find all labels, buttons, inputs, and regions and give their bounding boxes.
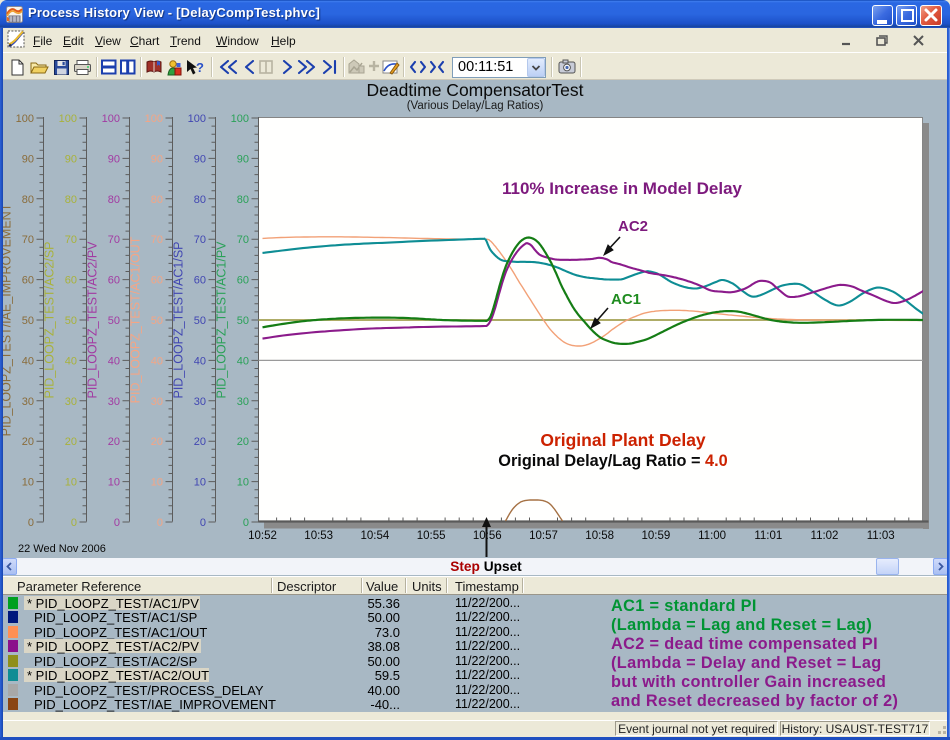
svg-text:20: 20 (194, 436, 206, 448)
svg-text:10: 10 (151, 477, 163, 489)
svg-text:100: 100 (231, 113, 249, 125)
svg-text:10:58: 10:58 (585, 530, 614, 542)
svg-text:50: 50 (194, 315, 206, 327)
svg-text:10:53: 10:53 (304, 530, 333, 542)
svg-text:50: 50 (108, 315, 120, 327)
svg-text:PID_LOOPZ_TEST/AC1/SP: PID_LOOPZ_TEST/AC1/SP (172, 242, 186, 399)
svg-text:30: 30 (194, 396, 206, 408)
svg-text:70: 70 (151, 234, 163, 246)
svg-text:30: 30 (22, 396, 34, 408)
svg-text:11:02: 11:02 (811, 530, 839, 542)
svg-text:10:59: 10:59 (642, 530, 671, 542)
svg-text:80: 80 (194, 194, 206, 206)
svg-text:22 Wed Nov 2006: 22 Wed Nov 2006 (18, 543, 106, 555)
svg-text:60: 60 (108, 275, 120, 287)
svg-text:10: 10 (108, 477, 120, 489)
svg-text:40: 40 (151, 355, 163, 367)
svg-text:80: 80 (237, 194, 249, 206)
svg-text:11:00: 11:00 (698, 530, 726, 542)
svg-text:70: 70 (108, 234, 120, 246)
svg-text:10:55: 10:55 (417, 530, 446, 542)
svg-text:70: 70 (237, 234, 249, 246)
svg-text:90: 90 (151, 153, 163, 165)
svg-text:80: 80 (151, 194, 163, 206)
svg-text:90: 90 (108, 153, 120, 165)
svg-text:90: 90 (65, 153, 77, 165)
svg-text:50: 50 (237, 315, 249, 327)
svg-text:Original Delay/Lag Ratio = 4.0: Original Delay/Lag Ratio = 4.0 (498, 452, 727, 470)
svg-text:50: 50 (22, 315, 34, 327)
svg-text:20: 20 (237, 436, 249, 448)
svg-text:10:57: 10:57 (529, 530, 558, 542)
svg-text:20: 20 (151, 436, 163, 448)
svg-text:11:03: 11:03 (867, 530, 895, 542)
svg-text:90: 90 (194, 153, 206, 165)
svg-text:30: 30 (151, 396, 163, 408)
svg-text:0: 0 (157, 517, 163, 529)
svg-text:60: 60 (194, 275, 206, 287)
svg-text:20: 20 (108, 436, 120, 448)
svg-text:PID_LOOPZ_TEST/AC2/PV: PID_LOOPZ_TEST/AC2/PV (86, 241, 100, 399)
svg-text:70: 70 (22, 234, 34, 246)
svg-text:40: 40 (108, 355, 120, 367)
svg-text:10:54: 10:54 (361, 530, 390, 542)
svg-text:PID_LOOPZ_TEST/AC1/OUT: PID_LOOPZ_TEST/AC1/OUT (129, 236, 143, 403)
svg-text:60: 60 (237, 275, 249, 287)
svg-text:40: 40 (194, 355, 206, 367)
svg-text:40: 40 (237, 355, 249, 367)
svg-text:PID_LOOPZ_TEST/AC2/SP: PID_LOOPZ_TEST/AC2/SP (43, 242, 57, 399)
svg-text:60: 60 (151, 275, 163, 287)
svg-text:90: 90 (237, 153, 249, 165)
svg-text:100: 100 (145, 113, 163, 125)
svg-text:20: 20 (22, 436, 34, 448)
svg-text:0: 0 (114, 517, 120, 529)
svg-text:0: 0 (200, 517, 206, 529)
svg-text:60: 60 (65, 275, 77, 287)
svg-text:10: 10 (65, 477, 77, 489)
svg-text:60: 60 (22, 275, 34, 287)
svg-text:0: 0 (71, 517, 77, 529)
svg-text:10: 10 (194, 477, 206, 489)
svg-text:80: 80 (65, 194, 77, 206)
svg-text:10: 10 (237, 477, 249, 489)
svg-text:40: 40 (22, 355, 34, 367)
svg-text:100: 100 (16, 113, 34, 125)
svg-text:Original Plant Delay: Original Plant Delay (540, 430, 706, 450)
svg-text:50: 50 (65, 315, 77, 327)
svg-text:11:01: 11:01 (754, 530, 782, 542)
svg-text:90: 90 (22, 153, 34, 165)
svg-text:80: 80 (108, 194, 120, 206)
svg-text:20: 20 (65, 436, 77, 448)
svg-text:100: 100 (188, 113, 206, 125)
svg-text:70: 70 (194, 234, 206, 246)
svg-text:110% Increase in Model Delay: 110% Increase in Model Delay (502, 179, 743, 198)
svg-text:80: 80 (22, 194, 34, 206)
svg-text:AC2: AC2 (618, 218, 648, 235)
svg-text:10:52: 10:52 (248, 530, 277, 542)
svg-text:AC1: AC1 (611, 291, 641, 308)
svg-text:100: 100 (59, 113, 77, 125)
svg-text:100: 100 (102, 113, 120, 125)
svg-text:30: 30 (108, 396, 120, 408)
svg-text:70: 70 (65, 234, 77, 246)
svg-text:PID_LOOPZ_TEST/AC1/PV: PID_LOOPZ_TEST/AC1/PV (215, 241, 229, 399)
svg-text:50: 50 (151, 315, 163, 327)
svg-text:10: 10 (22, 477, 34, 489)
svg-text:30: 30 (65, 396, 77, 408)
svg-text:40: 40 (65, 355, 77, 367)
svg-text:0: 0 (28, 517, 34, 529)
svg-text:0: 0 (243, 517, 249, 529)
svg-text:30: 30 (237, 396, 249, 408)
